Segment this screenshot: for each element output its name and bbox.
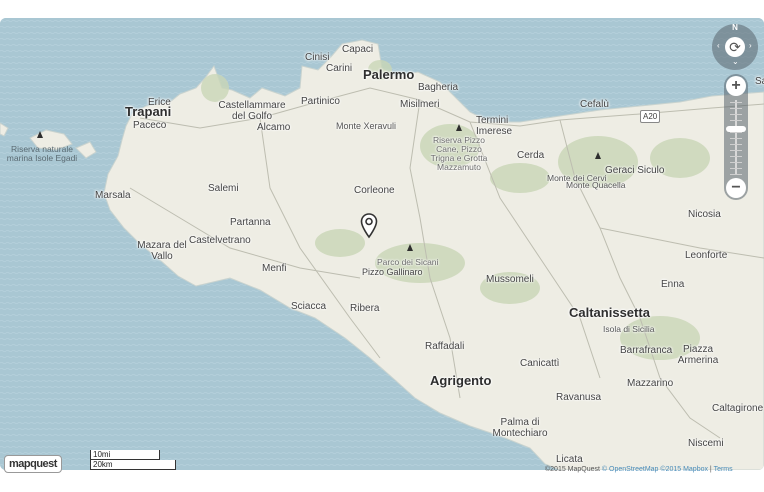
map-label-termini: Termini Imerese	[476, 115, 513, 137]
scale-bar-km: 20km	[90, 460, 176, 470]
attribution-mapquest: ©2015 MapQuest	[545, 466, 600, 473]
attribution-terms-link[interactable]: Terms	[714, 466, 733, 473]
zoom-tick	[730, 138, 742, 139]
zoom-tick	[730, 144, 742, 145]
map-label-carini: Carini	[326, 63, 353, 74]
zoom-tick	[730, 162, 742, 163]
map-label-marsala: Marsala	[95, 190, 131, 201]
road-shield-a20: A20	[640, 110, 661, 123]
map-label-nicosia: Nicosia	[688, 209, 721, 220]
map-label-raffadali: Raffadali	[425, 341, 465, 352]
map-label-cinisi: Cinisi	[305, 52, 330, 63]
map-label-geraci: Geraci Siculo	[605, 165, 665, 176]
zoom-tick	[730, 108, 742, 109]
map-label-mussomeli: Mussomeli	[486, 274, 534, 285]
map-label-castellammare: Castellammare del Golfo	[218, 100, 286, 122]
map-label-licata: Licata	[556, 454, 583, 465]
map-label-castelvetrano: Castelvetrano	[189, 235, 251, 246]
map-label-corleone: Corleone	[354, 185, 395, 196]
map-label-xeravuli: Monte Xeravuli	[336, 121, 397, 131]
location-pin-icon[interactable]	[360, 213, 378, 239]
zoom-tick	[730, 156, 742, 157]
map-label-ravanusa: Ravanusa	[556, 392, 602, 403]
pan-left-icon[interactable]: ‹	[717, 41, 720, 50]
rotate-reset-icon[interactable]: ⟳	[725, 37, 745, 57]
map-label-misilmeri: Misilmeri	[400, 99, 440, 110]
map-label-mazzarino: Mazzarino	[627, 378, 674, 389]
map-label-sciacca: Sciacca	[291, 301, 327, 312]
mapquest-logo[interactable]: mapquest	[4, 455, 62, 473]
map-label-pizzo-gallinaro: Pizzo Gallinaro	[362, 267, 423, 277]
map-canvas[interactable]: Capaci Cinisi Carini Palermo Bagheria Mi…	[0, 18, 764, 470]
map-label-quacella: Monte Quacella	[566, 180, 626, 190]
map-label-bagheria: Bagheria	[418, 82, 459, 93]
zoom-tick	[730, 120, 742, 121]
map-label-egadi-reserve: Riserva naturale marina Isole Egadi	[6, 144, 78, 163]
map-label-caltagirone: Caltagirone	[712, 403, 764, 414]
map-basemap	[0, 18, 764, 470]
map-label-canicatti: Canicattì	[520, 358, 560, 369]
map-label-niscemi: Niscemi	[688, 438, 724, 449]
pan-right-icon[interactable]: ›	[749, 41, 752, 50]
park-tree-icon	[407, 244, 413, 251]
map-label-alcamo: Alcamo	[257, 122, 291, 133]
map-label-enna: Enna	[661, 279, 685, 290]
pan-down-icon[interactable]: ⌄	[732, 57, 739, 66]
attribution-mapbox-link[interactable]: ©2015 Mapbox	[660, 466, 708, 473]
compass-control[interactable]: N ‹ › ⌄ ⟳	[712, 23, 758, 70]
zoom-tick	[730, 114, 742, 115]
map-label-agrigento: Agrigento	[430, 373, 492, 388]
north-indicator: N	[732, 23, 738, 32]
map-label-park-pizzo-cane: Riserva Pizzo Cane, Pizzo Trigna e Grott…	[430, 135, 488, 172]
attribution: ©2015 MapQuest © OpenStreetMap ©2015 Map…	[545, 466, 733, 473]
zoom-tick	[730, 102, 742, 103]
zoom-in-button[interactable]: +	[726, 76, 746, 96]
map-label-caltanissetta: Caltanissetta	[569, 305, 650, 320]
zoom-tick	[730, 174, 742, 175]
map-label-paceco: Paceco	[133, 120, 167, 131]
park-tree-icon	[456, 124, 462, 131]
map-label-isola: Isola di Sicilia	[603, 324, 655, 334]
zoom-slider-handle[interactable]	[726, 126, 746, 133]
scale-bar-miles: 10mi	[90, 450, 160, 460]
map-label-palma: Palma di Montechiaro	[492, 417, 548, 439]
zoom-tick	[730, 132, 742, 133]
map-label-edge: Sa	[755, 76, 764, 87]
zoom-out-button[interactable]: −	[726, 178, 746, 198]
map-label-partinico: Partinico	[301, 96, 340, 107]
map-label-salemi: Salemi	[208, 183, 239, 194]
map-label-cefalu: Cefalù	[580, 99, 609, 110]
map-label-menfi: Menfi	[262, 263, 287, 274]
zoom-tick	[730, 168, 742, 169]
map-label-cerda: Cerda	[517, 150, 545, 161]
park-tree-icon	[37, 131, 43, 138]
map-label-partanna: Partanna	[230, 217, 271, 228]
park-tree-icon	[595, 152, 601, 159]
map-label-park-sicani: Parco dei Sicani	[377, 257, 439, 267]
zoom-tick	[730, 150, 742, 151]
map-label-trapani: Trapani	[125, 104, 172, 119]
map-label-capaci: Capaci	[342, 44, 374, 55]
attribution-osm-link[interactable]: © OpenStreetMap	[602, 466, 659, 473]
map-label-leonforte: Leonforte	[685, 250, 728, 261]
map-label-barrafranca: Barrafranca	[620, 345, 673, 356]
map-label-palermo: Palermo	[363, 67, 415, 82]
zoom-control: + −	[724, 74, 748, 200]
map-label-piazza: Piazza Armerina	[677, 344, 719, 366]
map-label-mazara: Mazara del Vallo	[137, 240, 187, 262]
map-label-ribera: Ribera	[350, 303, 380, 314]
